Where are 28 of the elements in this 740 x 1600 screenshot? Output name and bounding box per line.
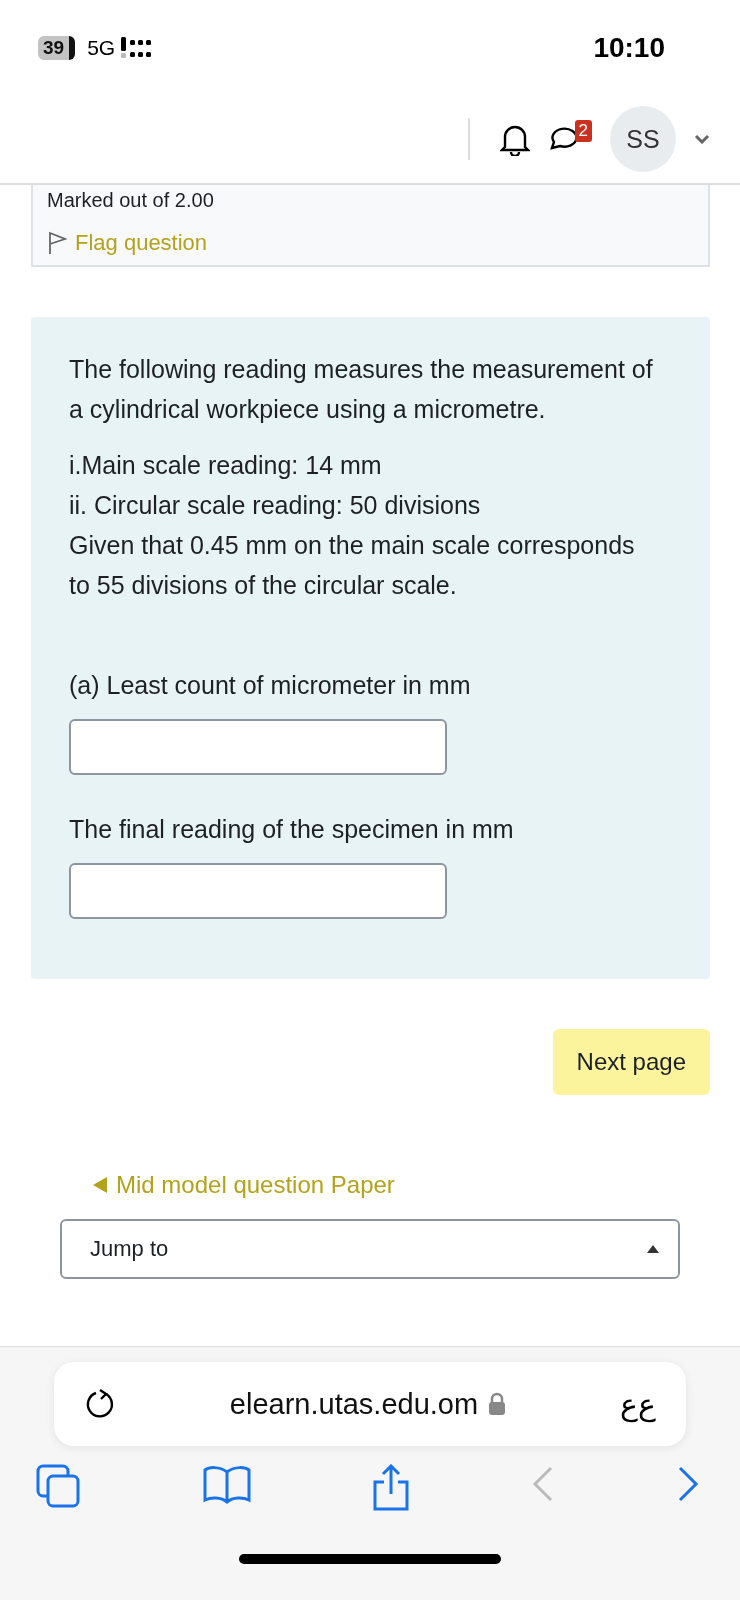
clock: 10:10 <box>593 31 665 64</box>
jump-to-select[interactable]: Jump to <box>60 1219 680 1279</box>
bookmarks-icon[interactable] <box>203 1464 251 1504</box>
tabs-icon[interactable] <box>36 1464 82 1510</box>
question-text: i.Main scale reading: 14 mm ii. Circular scale reading: 50 divisions Given that 0.45 mm on the main scale corresponds to 55 divisions of the circular scale. <box>69 450 636 601</box>
answer-field[interactable] <box>69 863 447 919</box>
messages-button[interactable]: 2 <box>548 122 592 156</box>
reload-icon[interactable] <box>84 1388 116 1420</box>
battery-level: 39 <box>38 35 76 60</box>
triangle-left-icon <box>92 1176 108 1194</box>
share-icon[interactable] <box>372 1464 410 1512</box>
network-type: 5G <box>87 35 116 60</box>
part-label: The final reading of the specimen in mm <box>69 814 515 845</box>
message-count: 2 <box>574 120 592 142</box>
chevron-down-icon[interactable] <box>694 134 710 144</box>
flag-icon[interactable] <box>47 231 67 255</box>
marks-text: Marked out of 2.00 <box>47 189 215 212</box>
caret-icon <box>646 1244 660 1254</box>
signal-icon <box>119 36 154 59</box>
forward-icon[interactable] <box>676 1464 700 1504</box>
part-label: (a) Least count of micrometer in mm <box>69 670 472 701</box>
next-page-button[interactable]: Next page <box>552 1029 710 1095</box>
question-text: The following reading measures the measurement of a cylindrical workpiece using a micrometre. <box>69 354 654 425</box>
text-size-button[interactable]: ﻉﻉ <box>620 1386 656 1422</box>
lock-icon <box>488 1392 507 1416</box>
answer-field[interactable] <box>69 719 447 775</box>
url-text: elearn.utas.edu.om <box>229 1387 479 1421</box>
user-avatar[interactable]: SS <box>610 106 676 172</box>
